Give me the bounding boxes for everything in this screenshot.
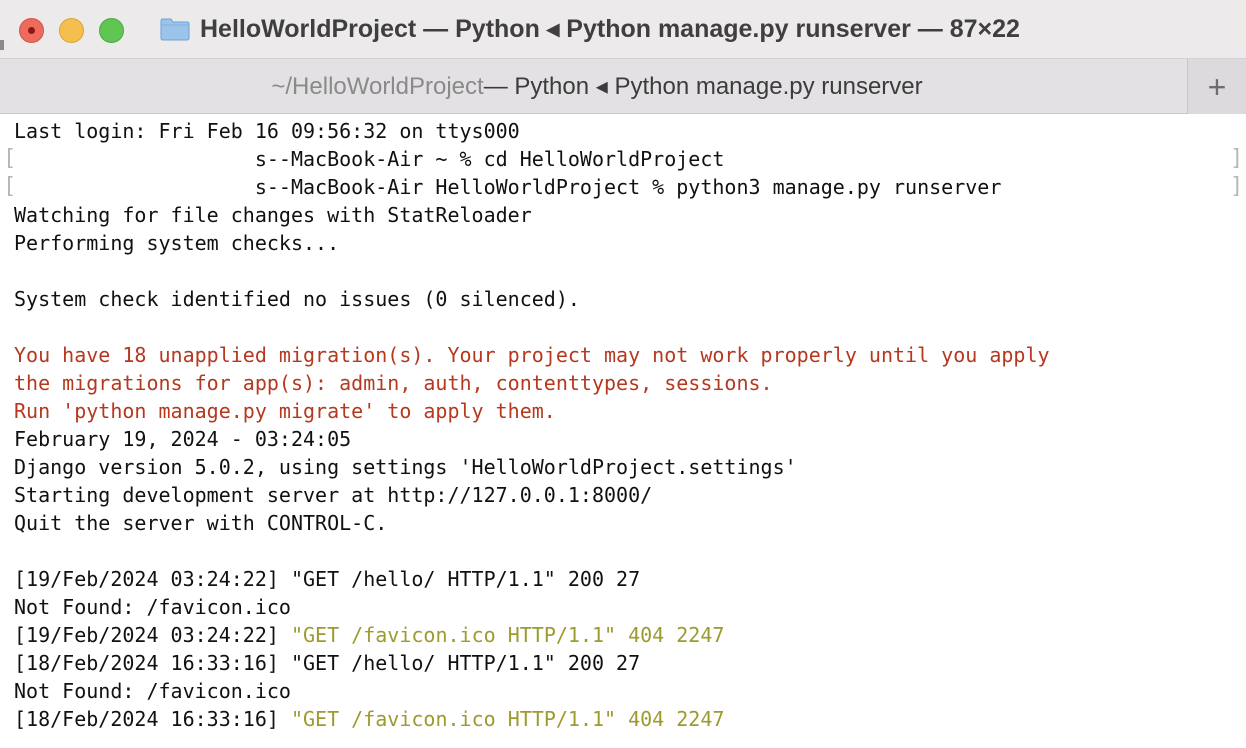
zoom-button[interactable]	[99, 18, 124, 43]
line-text: [18/Feb/2024 16:33:16] "GET /hello/ HTTP…	[14, 651, 641, 675]
terminal-line: the migrations for app(s): admin, auth, …	[14, 369, 773, 397]
tab-bar: ~/HelloWorldProject — Python ◂ Python ma…	[0, 58, 1246, 114]
line-text: s--MacBook-Air HelloWorldProject % pytho…	[14, 175, 1002, 199]
tab-directory: ~/HelloWorldProject	[271, 72, 484, 100]
terminal-line: Not Found: /favicon.ico	[14, 593, 291, 621]
plus-icon: +	[1207, 68, 1227, 105]
line-text: Not Found: /favicon.ico	[14, 595, 291, 619]
terminal-line: Quit the server with CONTROL-C.	[14, 509, 387, 537]
terminal-line: Last login: Fri Feb 16 09:56:32 on ttys0…	[14, 117, 520, 145]
terminal-line: [19/Feb/2024 03:24:22] "GET /hello/ HTTP…	[14, 565, 640, 593]
line-text: [19/Feb/2024 03:24:22] "GET /hello/ HTTP…	[14, 567, 641, 591]
terminal-line: You have 18 unapplied migration(s). Your…	[14, 341, 1050, 369]
log-request: "GET /favicon.ico HTTP/1.1" 404 2247	[290, 623, 725, 647]
terminal-line: Performing system checks...	[14, 229, 339, 257]
terminal-line: s--MacBook-Air HelloWorldProject % pytho…	[14, 173, 1002, 201]
tab-active[interactable]: ~/HelloWorldProject — Python ◂ Python ma…	[8, 59, 1186, 114]
terminal-line: Starting development server at http://12…	[14, 481, 652, 509]
folder-icon	[160, 18, 190, 41]
terminal-line: Not Found: /favicon.ico	[14, 677, 291, 705]
terminal-line: [18/Feb/2024 16:33:16] "GET /hello/ HTTP…	[14, 649, 640, 677]
line-text: You have 18 unapplied migration(s). Your…	[14, 343, 1050, 367]
terminal-line: [18/Feb/2024 16:33:16] "GET /favicon.ico…	[14, 705, 724, 733]
terminal-line: System check identified no issues (0 sil…	[14, 285, 580, 313]
log-request: "GET /favicon.ico HTTP/1.1" 404 2247	[290, 707, 725, 731]
log-timestamp: [18/Feb/2024 16:33:16]	[14, 707, 291, 731]
terminal-line: Run 'python manage.py migrate' to apply …	[14, 397, 556, 425]
line-text: Not Found: /favicon.ico	[14, 679, 291, 703]
new-tab-button[interactable]: +	[1187, 59, 1246, 114]
line-text: Django version 5.0.2, using settings 'He…	[14, 455, 797, 479]
window-title-group: HelloWorldProject — Python ◂ Python mana…	[160, 12, 1020, 46]
window-edge-marker	[0, 40, 4, 50]
line-text: Performing system checks...	[14, 231, 340, 255]
terminal-line: Django version 5.0.2, using settings 'He…	[14, 453, 797, 481]
terminal-line: Watching for file changes with StatReloa…	[14, 201, 532, 229]
line-text: s--MacBook-Air ~ % cd HelloWorldProject	[14, 147, 725, 171]
terminal-window: HelloWorldProject — Python ◂ Python mana…	[0, 0, 1246, 748]
window-title: HelloWorldProject — Python ◂ Python mana…	[200, 15, 1020, 43]
terminal-output[interactable]: Last login: Fri Feb 16 09:56:32 on ttys0…	[0, 114, 1246, 748]
line-text: Watching for file changes with StatReloa…	[14, 203, 532, 227]
line-text: Quit the server with CONTROL-C.	[14, 511, 388, 535]
prompt-mark-right: ]	[1230, 146, 1244, 171]
tab-process: — Python ◂ Python manage.py runserver	[483, 73, 923, 100]
line-text: Starting development server at http://12…	[14, 483, 653, 507]
prompt-mark-left: [	[3, 146, 17, 171]
title-bar[interactable]: HelloWorldProject — Python ◂ Python mana…	[0, 0, 1246, 58]
log-timestamp: [19/Feb/2024 03:24:22]	[14, 623, 291, 647]
terminal-line: s--MacBook-Air ~ % cd HelloWorldProject	[14, 145, 725, 173]
line-text: Run 'python manage.py migrate' to apply …	[14, 399, 556, 423]
line-text: Last login: Fri Feb 16 09:56:32 on ttys0…	[14, 119, 520, 143]
line-text: February 19, 2024 - 03:24:05	[14, 427, 352, 451]
terminal-line: February 19, 2024 - 03:24:05	[14, 425, 351, 453]
prompt-mark-right: ]	[1230, 174, 1244, 199]
line-text: the migrations for app(s): admin, auth, …	[14, 371, 773, 395]
terminal-line: [19/Feb/2024 03:24:22] "GET /favicon.ico…	[14, 621, 724, 649]
close-button[interactable]	[19, 18, 44, 43]
line-text: System check identified no issues (0 sil…	[14, 287, 580, 311]
prompt-mark-left: [	[3, 174, 17, 199]
minimize-button[interactable]	[59, 18, 84, 43]
